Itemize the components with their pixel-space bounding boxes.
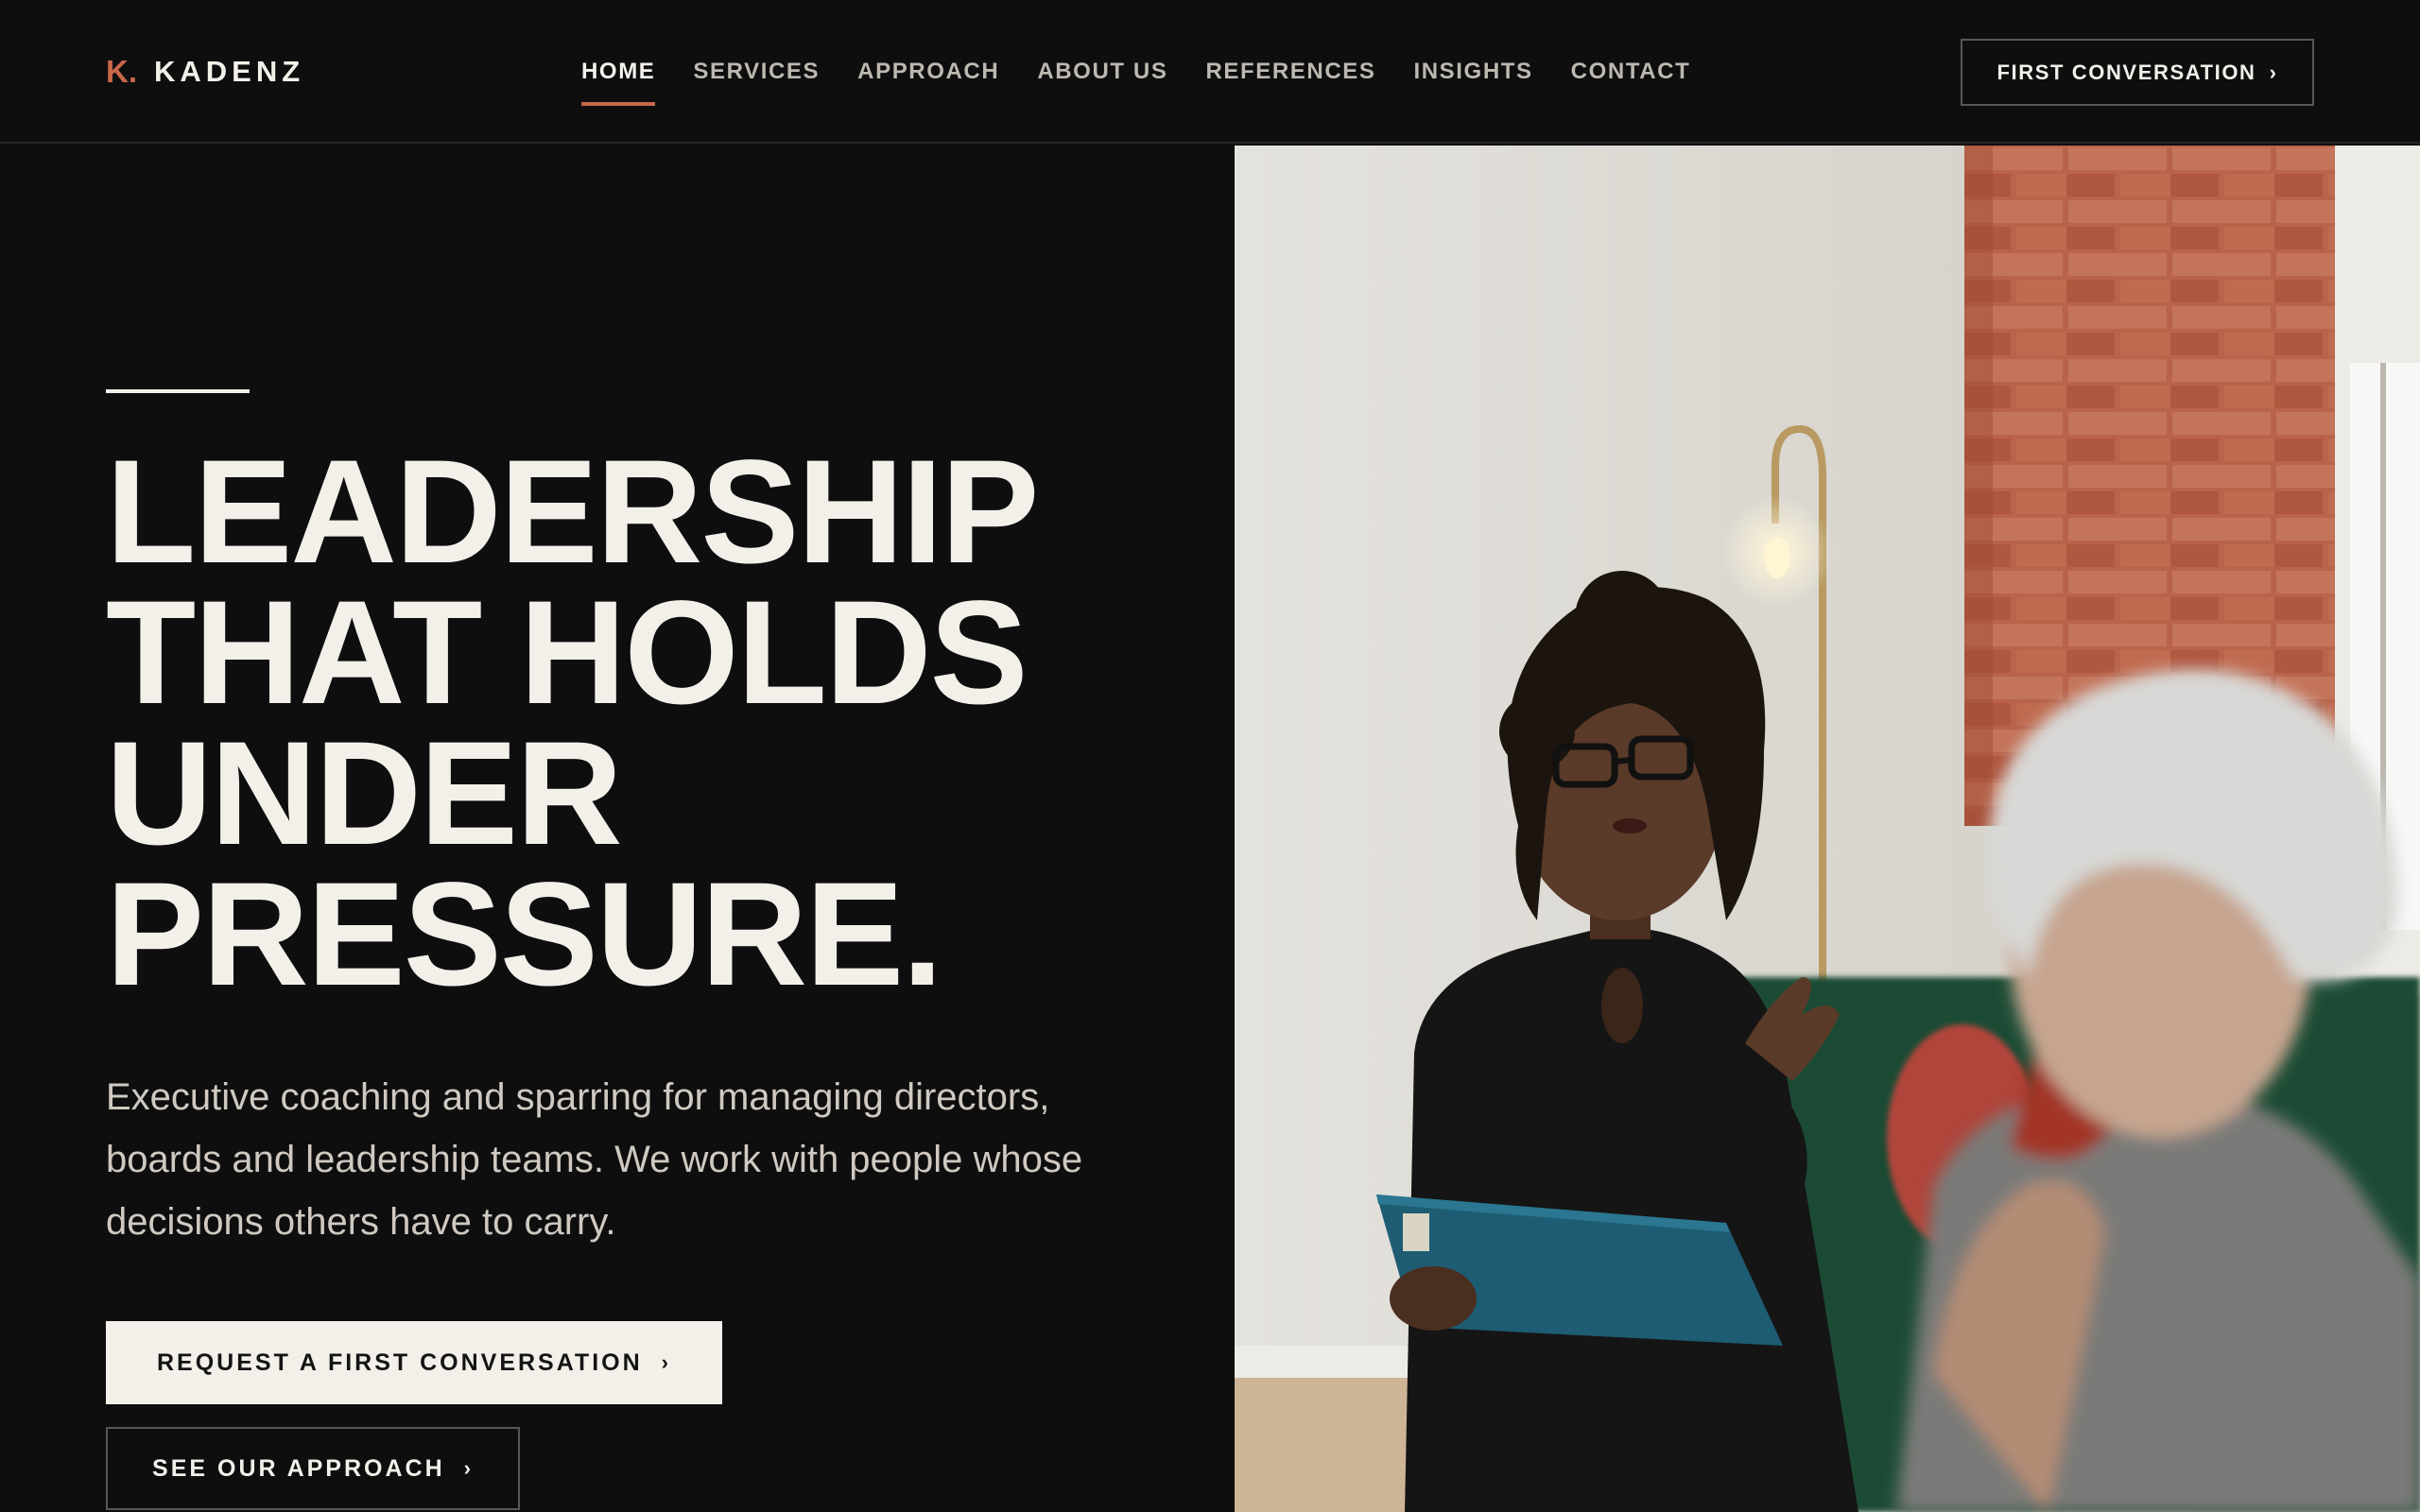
nav-item-contact[interactable]: CONTACT — [1571, 53, 1691, 106]
headline-line-1: LEADERSHIP — [106, 430, 1039, 594]
headline-line-4: PRESSURE. — [106, 852, 943, 1017]
nav-item-home[interactable]: HOME — [581, 53, 656, 106]
see-our-approach-label: SEE OUR APPROACH — [152, 1454, 445, 1482]
nav-item-insights[interactable]: INSIGHTS — [1413, 53, 1532, 106]
first-conversation-label: FIRST CONVERSATION — [1996, 60, 2256, 84]
headline-line-2: THAT HOLDS — [106, 571, 1028, 735]
hero-photo — [1235, 146, 2420, 1512]
hero-headline: LEADERSHIP THAT HOLDS UNDER PRESSURE. — [106, 430, 1221, 1017]
nav-item-references[interactable]: REFERENCES — [1205, 53, 1375, 106]
first-conversation-button[interactable]: FIRST CONVERSATION › — [1961, 39, 2314, 106]
nav-item-services[interactable]: SERVICES — [693, 53, 820, 106]
site-header: K. KADENZ HOME SERVICES APPROACH ABOUT U… — [0, 0, 2420, 144]
chevron-right-icon: › — [463, 1456, 474, 1480]
main-nav: HOME SERVICES APPROACH ABOUT US REFERENC… — [581, 53, 1690, 106]
logo[interactable]: K. KADENZ — [106, 53, 304, 91]
chevron-right-icon: › — [2269, 60, 2278, 84]
accent-rule — [106, 389, 250, 393]
logo-name: KADENZ — [154, 55, 305, 88]
hero-photo-illustration — [1235, 146, 2420, 1512]
nav-item-about-us[interactable]: ABOUT US — [1037, 53, 1167, 106]
see-our-approach-button[interactable]: SEE OUR APPROACH › — [106, 1427, 520, 1510]
request-first-conversation-button[interactable]: REQUEST A FIRST CONVERSATION › — [106, 1321, 722, 1404]
hero-subtext: Executive coaching and sparring for mana… — [106, 1076, 1083, 1243]
request-first-conversation-label: REQUEST A FIRST CONVERSATION — [157, 1349, 643, 1376]
headline-line-3: UNDER — [106, 712, 623, 876]
logo-mark: K. — [106, 54, 137, 89]
chevron-right-icon: › — [661, 1350, 671, 1374]
nav-item-approach[interactable]: APPROACH — [857, 53, 999, 106]
